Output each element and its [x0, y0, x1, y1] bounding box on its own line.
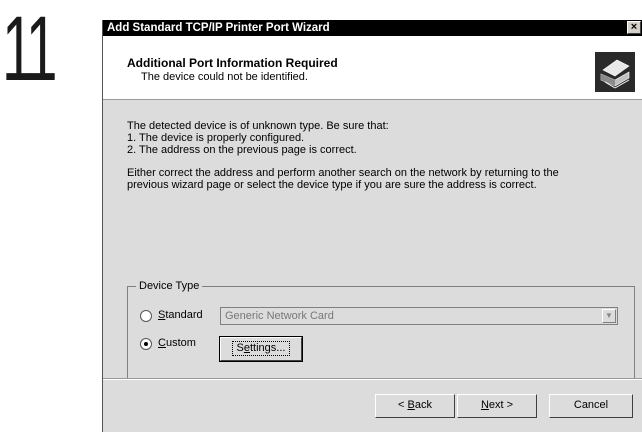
wizard-window: Add Standard TCP/IP Printer Port Wizard … — [102, 20, 642, 432]
intro-text: The detected device is of unknown type. … — [127, 120, 389, 132]
window-title: Add Standard TCP/IP Printer Port Wizard — [107, 22, 330, 34]
printer-port-icon — [595, 52, 635, 92]
close-icon: × — [630, 21, 638, 33]
close-button[interactable]: × — [627, 21, 641, 34]
back-button[interactable]: < Back — [375, 394, 455, 418]
device-type-legend: Device Type — [136, 280, 203, 293]
step-number: 11 — [2, 0, 57, 100]
instructions-line-1: Either correct the address and perform a… — [127, 167, 559, 179]
instructions-line-2: previous wizard page or select the devic… — [127, 179, 537, 191]
settings-button[interactable]: Settings... — [219, 336, 303, 362]
wizard-header: Additional Port Information Required The… — [103, 36, 642, 100]
footer-separator — [103, 378, 642, 380]
custom-rest: ustom — [165, 337, 196, 349]
standard-radio[interactable] — [140, 310, 152, 322]
standard-label[interactable]: Standard — [158, 309, 203, 321]
custom-label[interactable]: Custom — [158, 337, 196, 349]
standard-rest: tandard — [165, 309, 203, 321]
custom-accel: C — [158, 337, 166, 349]
standard-device-value: Generic Network Card — [225, 310, 334, 322]
chevron-down-icon: ▼ — [602, 309, 616, 323]
header-subtitle: The device could not be identified. — [141, 71, 308, 83]
device-type-group: Device Type Standard Generic Network Car… — [127, 280, 635, 380]
standard-device-select: Generic Network Card ▼ — [220, 307, 618, 325]
condition-2: 2. The address on the previous page is c… — [127, 144, 357, 156]
header-title: Additional Port Information Required — [127, 56, 338, 70]
custom-radio[interactable] — [140, 338, 152, 350]
next-button[interactable]: Next > — [457, 394, 537, 418]
condition-1: 1. The device is properly configured. — [127, 132, 305, 144]
title-bar: Add Standard TCP/IP Printer Port Wizard … — [103, 20, 642, 36]
cancel-button[interactable]: Cancel — [549, 394, 633, 418]
